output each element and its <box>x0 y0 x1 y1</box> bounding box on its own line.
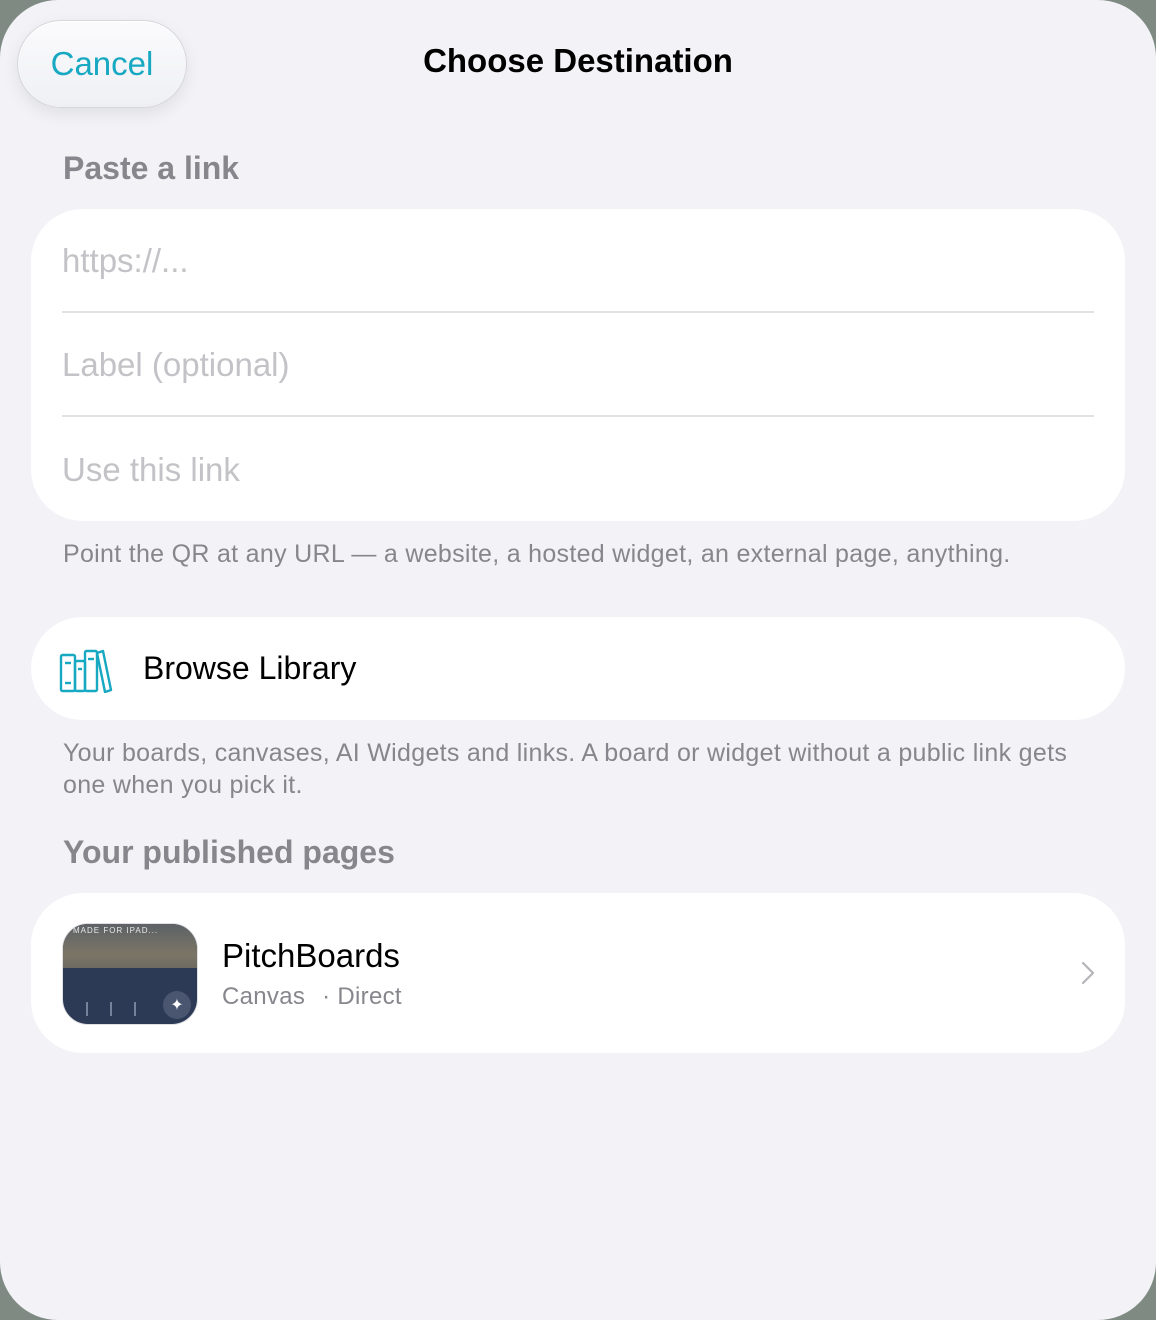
page-title: PitchBoards <box>222 937 400 974</box>
paste-link-card: Use this link <box>31 209 1125 521</box>
browse-library-footnote: Your boards, canvases, AI Widgets and li… <box>63 739 1068 799</box>
published-page-row[interactable]: MADE FOR IPAD... ✦ PitchBoards Canvas · … <box>31 893 1125 1053</box>
browse-library-label: Browse Library <box>143 650 357 686</box>
thumbnail-header: MADE FOR IPAD... <box>63 924 197 968</box>
paste-link-header: Paste a link <box>63 150 240 186</box>
divider <box>62 415 1094 417</box>
thumbnail-caption: MADE FOR IPAD... <box>73 926 159 935</box>
page-subtitle: Canvas · Direct <box>222 983 402 1011</box>
label-input[interactable] <box>62 345 1094 384</box>
published-pages-header: Your published pages <box>63 834 395 870</box>
destination-sheet: Cancel Choose Destination Paste a link U… <box>0 0 1156 1320</box>
chevron-right-icon <box>1081 961 1095 985</box>
label-field-row <box>62 313 1094 416</box>
browse-library-button[interactable]: Browse Library <box>31 617 1125 720</box>
sparkle-icon: ✦ <box>163 991 191 1019</box>
sheet-title: Choose Destination <box>423 42 733 79</box>
page-type: Canvas <box>222 983 306 1010</box>
page-mode: · Direct <box>322 983 402 1010</box>
paste-link-footnote: Point the QR at any URL — a website, a h… <box>63 540 1011 568</box>
thumbnail-decoration <box>86 1002 136 1016</box>
page-thumbnail: MADE FOR IPAD... ✦ <box>62 923 198 1025</box>
url-field-row <box>62 209 1094 312</box>
navigation-bar: Cancel Choose Destination <box>0 0 1156 130</box>
url-input[interactable] <box>62 241 1094 280</box>
use-this-link-button[interactable]: Use this link <box>62 451 240 489</box>
books-icon <box>59 647 113 694</box>
